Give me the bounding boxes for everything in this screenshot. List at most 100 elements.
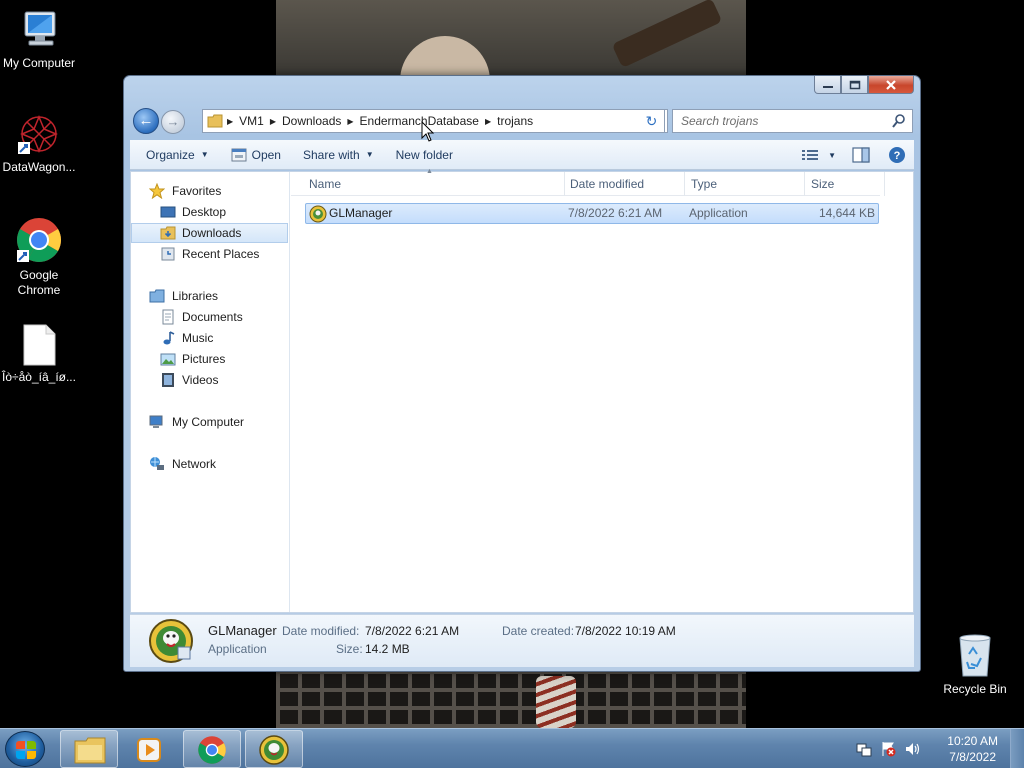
breadcrumb-trojans[interactable]: trojans — [491, 114, 539, 128]
back-arrow-icon: ← — [138, 112, 154, 129]
nav-label: My Computer — [172, 415, 245, 429]
taskbar-chrome[interactable] — [183, 730, 241, 768]
back-button[interactable]: ← — [133, 108, 159, 134]
nav-downloads[interactable]: Downloads — [131, 223, 288, 243]
dropdown-arrow-icon: ▼ — [200, 150, 209, 159]
refresh-icon: ↻ — [645, 113, 658, 129]
column-headers: ▲ Name Date modified Type Size — [291, 168, 885, 196]
desktop-icon-label: Îò÷åò_íâ_íø... — [2, 370, 76, 384]
forward-arrow-icon: → — [166, 114, 180, 129]
wallpaper-grate — [276, 672, 746, 728]
chrome-icon — [15, 216, 63, 264]
minimize-button[interactable] — [814, 76, 841, 94]
nav-music[interactable]: Music — [131, 328, 288, 348]
nav-libraries[interactable]: Libraries — [131, 286, 288, 306]
desktop-icon-datawagon[interactable]: DataWagon... — [0, 112, 78, 175]
taskbar: 10:20 AM 7/8/2022 — [0, 728, 1024, 768]
details-pane: GLManager Application Date modified: 7/8… — [130, 614, 914, 667]
nav-recent-places[interactable]: Recent Places — [131, 244, 288, 264]
nav-network[interactable]: Network — [131, 454, 288, 474]
star-icon — [149, 183, 165, 199]
details-file-name: GLManager — [208, 623, 277, 638]
nav-documents[interactable]: Documents — [131, 307, 288, 327]
videos-icon — [162, 373, 174, 387]
mouse-cursor-icon — [421, 121, 435, 142]
preview-pane-icon[interactable] — [852, 147, 870, 163]
details-date-modified-label: Date modified: — [282, 624, 360, 638]
pictures-icon — [160, 353, 176, 366]
start-button[interactable] — [5, 731, 45, 767]
share-with-button[interactable]: Share with ▼ — [303, 148, 374, 162]
desktop-icon-google-chrome[interactable]: Google Chrome — [0, 216, 78, 298]
desktop-icon-document[interactable]: Îò÷åò_íâ_íø... — [0, 324, 78, 385]
column-header-size[interactable]: Size — [805, 172, 885, 196]
nav-label: Favorites — [172, 184, 222, 198]
column-header-type[interactable]: Type — [685, 172, 805, 196]
change-view-button[interactable]: ▼ — [802, 149, 836, 161]
svg-text:?: ? — [894, 150, 901, 162]
explorer-window: ← → ▶ VM1 ▶ Downloads ▶ EndermanchDataba… — [123, 75, 921, 672]
command-bar: Organize ▼ Open Share with ▼ New folder … — [130, 140, 914, 170]
explorer-body: Favorites Desktop Downloads Recent Place… — [130, 168, 914, 613]
desktop-icon-label: Recycle Bin — [943, 682, 1007, 696]
desktop-icon-my-computer[interactable]: My Computer — [0, 8, 78, 71]
minimize-icon — [822, 85, 833, 88]
column-header-name[interactable]: Name — [303, 172, 565, 196]
search-input[interactable]: Search trojans — [672, 109, 913, 133]
show-desktop-button[interactable] — [1010, 729, 1024, 768]
application-icon — [309, 205, 327, 223]
network-tray-icon[interactable] — [856, 741, 872, 757]
nav-desktop[interactable]: Desktop — [131, 202, 288, 222]
nav-videos[interactable]: Videos — [131, 370, 288, 390]
caption-buttons — [814, 76, 914, 94]
file-date-modified: 7/8/2022 6:21 AM — [568, 206, 663, 220]
file-type: Application — [689, 206, 748, 220]
nav-pictures[interactable]: Pictures — [131, 349, 288, 369]
view-controls: ▼ ? — [802, 140, 914, 170]
column-header-date-modified[interactable]: Date modified — [564, 172, 685, 196]
nav-label: Libraries — [172, 289, 219, 303]
forward-button[interactable]: → — [161, 110, 185, 134]
maximize-button[interactable] — [841, 76, 868, 94]
glmanager-icon — [259, 735, 289, 765]
file-list-gutter — [880, 172, 913, 612]
nav-favorites[interactable]: Favorites — [131, 181, 288, 201]
search-icon[interactable] — [891, 113, 907, 129]
system-tray: 10:20 AM 7/8/2022 — [854, 729, 1024, 768]
nav-label: Music — [182, 331, 214, 345]
taskbar-explorer[interactable] — [60, 730, 118, 768]
help-icon[interactable]: ? — [888, 146, 906, 164]
new-folder-button[interactable]: New folder — [396, 148, 453, 162]
breadcrumb-vm1[interactable]: VM1 — [233, 114, 270, 128]
open-button[interactable]: Open — [231, 148, 281, 162]
details-date-created-label: Date created: — [502, 624, 575, 638]
computer-icon — [17, 8, 61, 52]
volume-icon[interactable] — [904, 741, 920, 757]
organize-label: Organize — [146, 147, 195, 162]
clock[interactable]: 10:20 AM 7/8/2022 — [947, 733, 998, 765]
desktop-icon — [160, 206, 176, 218]
nav-label: Documents — [182, 310, 243, 324]
datawagon-icon — [16, 112, 62, 156]
refresh-button[interactable]: ↻ — [639, 109, 665, 133]
desktop-icon-recycle-bin[interactable]: Recycle Bin — [936, 632, 1014, 697]
close-icon — [886, 79, 896, 90]
address-bar[interactable]: ▶ VM1 ▶ Downloads ▶ EndermanchDatabase ▶… — [202, 109, 668, 133]
close-button[interactable] — [868, 76, 914, 94]
breadcrumb-downloads[interactable]: Downloads — [276, 114, 347, 128]
action-center-icon[interactable] — [880, 741, 896, 757]
folder-icon — [74, 737, 106, 764]
nav-my-computer[interactable]: My Computer — [131, 412, 288, 432]
breadcrumb-endermanchdatabase[interactable]: EndermanchDatabase — [354, 114, 485, 128]
taskbar-media-player[interactable] — [121, 730, 179, 768]
network-icon — [150, 457, 164, 470]
file-size: 14,644 KB — [818, 206, 875, 220]
dropdown-arrow-icon: ▼ — [365, 150, 374, 159]
organize-button[interactable]: Organize ▼ — [146, 148, 209, 162]
taskbar-glmanager[interactable] — [245, 730, 303, 768]
desktop-icon-label: My Computer — [2, 56, 76, 70]
file-list-pane: ▲ Name Date modified Type Size GLManager… — [291, 168, 913, 612]
document-icon — [22, 324, 56, 366]
file-row-glmanager[interactable]: GLManager 7/8/2022 6:21 AM Application 1… — [305, 203, 879, 224]
wallpaper-figure — [536, 676, 576, 728]
